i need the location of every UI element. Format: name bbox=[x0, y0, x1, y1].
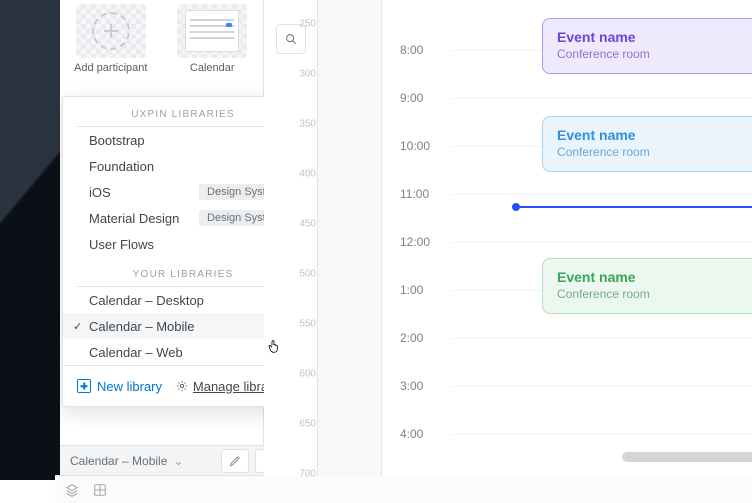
desktop-wallpaper bbox=[0, 0, 60, 480]
asset-tile-add-participant[interactable]: Add participant bbox=[60, 0, 162, 74]
event-room: Conference room bbox=[557, 287, 752, 301]
library-item-label: Calendar – Mobile bbox=[89, 319, 289, 334]
grid-icon bbox=[93, 483, 107, 497]
ruler-tick: 300 bbox=[299, 69, 316, 80]
hour-label: 10:00 bbox=[400, 139, 430, 153]
ruler-tick: 550 bbox=[299, 319, 316, 330]
edit-library-button[interactable] bbox=[221, 449, 249, 473]
asset-tile-calendar[interactable]: Calendar bbox=[162, 0, 264, 74]
ruler-tick: 350 bbox=[299, 119, 316, 130]
hour-gridline bbox=[452, 194, 752, 195]
hour-label: 9:00 bbox=[400, 91, 423, 105]
event-title: Event name bbox=[557, 269, 752, 285]
ruler-tick: 500 bbox=[299, 269, 316, 280]
library-item-label: User Flows bbox=[89, 237, 289, 252]
hour-label: 8:00 bbox=[400, 43, 423, 57]
hour-label: 3:00 bbox=[400, 379, 423, 393]
hour-gridline bbox=[452, 98, 752, 99]
grid-button[interactable] bbox=[89, 480, 111, 500]
current-time-indicator bbox=[512, 206, 752, 208]
library-item-label: Material Design bbox=[89, 211, 199, 226]
ruler-tick: 650 bbox=[299, 419, 316, 430]
library-item-label: iOS bbox=[89, 185, 199, 200]
plus-box-icon bbox=[77, 379, 91, 393]
ruler-tick: 400 bbox=[299, 169, 316, 180]
layers-icon bbox=[65, 483, 79, 497]
ruler-tick: 600 bbox=[299, 369, 316, 380]
hour-gridline bbox=[452, 242, 752, 243]
layers-button[interactable] bbox=[61, 480, 83, 500]
hour-label: 12:00 bbox=[400, 235, 430, 249]
hour-gridline bbox=[452, 386, 752, 387]
event-room: Conference room bbox=[557, 47, 752, 61]
scrollbar-thumb[interactable] bbox=[622, 452, 752, 462]
plus-icon bbox=[92, 12, 130, 50]
hour-label: 2:00 bbox=[400, 331, 423, 345]
event-title: Event name bbox=[557, 127, 752, 143]
asset-tile-label: Calendar bbox=[162, 62, 264, 74]
calendar-event[interactable]: Event name Conference room bbox=[542, 18, 752, 74]
chevron-down-icon[interactable]: ⌄ bbox=[173, 454, 183, 468]
calendar-event[interactable]: Event name Conference room bbox=[542, 258, 752, 314]
calendar-event[interactable]: Event name Conference room bbox=[542, 116, 752, 172]
hour-label: 4:00 bbox=[400, 427, 423, 441]
hour-gridline bbox=[452, 434, 752, 435]
design-canvas[interactable]: 8:00 9:00 10:00 11:00 12:00 1:00 2:00 3:00 4:00 E… bbox=[318, 0, 752, 476]
editor-footer bbox=[55, 475, 752, 503]
ruler-tick: 700 bbox=[299, 469, 316, 480]
library-item-label: Calendar – Desktop bbox=[89, 293, 289, 308]
event-room: Conference room bbox=[557, 145, 752, 159]
gear-icon bbox=[176, 380, 188, 392]
hour-label: 1:00 bbox=[400, 283, 423, 297]
asset-tile-label: Add participant bbox=[60, 62, 162, 74]
library-item-label: Bootstrap bbox=[89, 133, 289, 148]
hour-gridline bbox=[452, 338, 752, 339]
check-icon: ✓ bbox=[73, 320, 82, 333]
calendar-artboard[interactable]: 8:00 9:00 10:00 11:00 12:00 1:00 2:00 3:00 4:00 E… bbox=[382, 0, 752, 476]
ruler-tick: 450 bbox=[299, 219, 316, 230]
new-library-label: New library bbox=[97, 379, 162, 394]
library-selector[interactable]: Calendar – Mobile bbox=[60, 454, 173, 468]
calendar-thumb-icon bbox=[185, 10, 239, 52]
event-title: Event name bbox=[557, 29, 752, 45]
library-item-label: Foundation bbox=[89, 159, 289, 174]
new-library-link[interactable]: New library bbox=[77, 379, 162, 394]
vertical-ruler-column: 250300350400450500550600650700 bbox=[264, 0, 318, 476]
ruler-tick: 250 bbox=[299, 19, 316, 30]
hour-label: 11:00 bbox=[400, 187, 429, 201]
pencil-icon bbox=[229, 455, 241, 467]
library-item-label: Calendar – Web bbox=[89, 345, 289, 360]
